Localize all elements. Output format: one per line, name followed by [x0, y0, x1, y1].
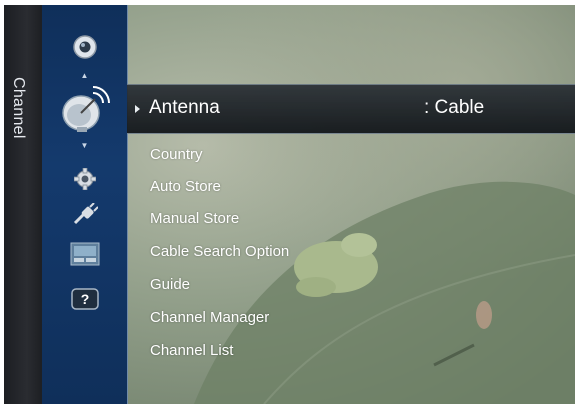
menu-title-strip: Channel	[4, 5, 43, 404]
menu-item-channel-list[interactable]: Channel List	[150, 342, 233, 359]
antenna-value: : Cable	[424, 97, 485, 118]
menu-item-auto-store[interactable]: Auto Store	[150, 178, 221, 195]
channel-antenna-icon[interactable]	[42, 85, 127, 135]
menu-title: Channel	[10, 77, 27, 139]
scroll-down-arrow[interactable]: ▼	[42, 141, 127, 150]
antenna-label: Antenna	[149, 97, 220, 118]
help-symbol: ?	[80, 291, 89, 307]
menu-icon-column: ▲ ▼ ?	[42, 5, 128, 404]
support-help-icon[interactable]: ?	[42, 287, 127, 313]
menu-item-cable-search-option[interactable]: Cable Search Option	[150, 243, 289, 260]
menu-item-guide[interactable]: Guide	[150, 276, 190, 293]
setup-gear-icon[interactable]	[42, 167, 127, 191]
menu-item-country[interactable]: Country	[150, 146, 203, 163]
menu-item-channel-manager[interactable]: Channel Manager	[150, 309, 269, 326]
selected-menu-row-antenna[interactable]: Antenna : Cable	[127, 84, 575, 134]
selection-caret-icon	[135, 105, 140, 113]
menu-item-manual-store[interactable]: Manual Store	[150, 210, 239, 227]
input-plug-icon[interactable]	[42, 203, 127, 227]
picture-icon[interactable]	[42, 33, 127, 61]
scroll-up-arrow[interactable]: ▲	[42, 71, 127, 80]
application-icon[interactable]	[42, 241, 127, 269]
tv-screen: Channel ▲ ▼ ? Antenna: Cable Country Au…	[4, 5, 575, 404]
